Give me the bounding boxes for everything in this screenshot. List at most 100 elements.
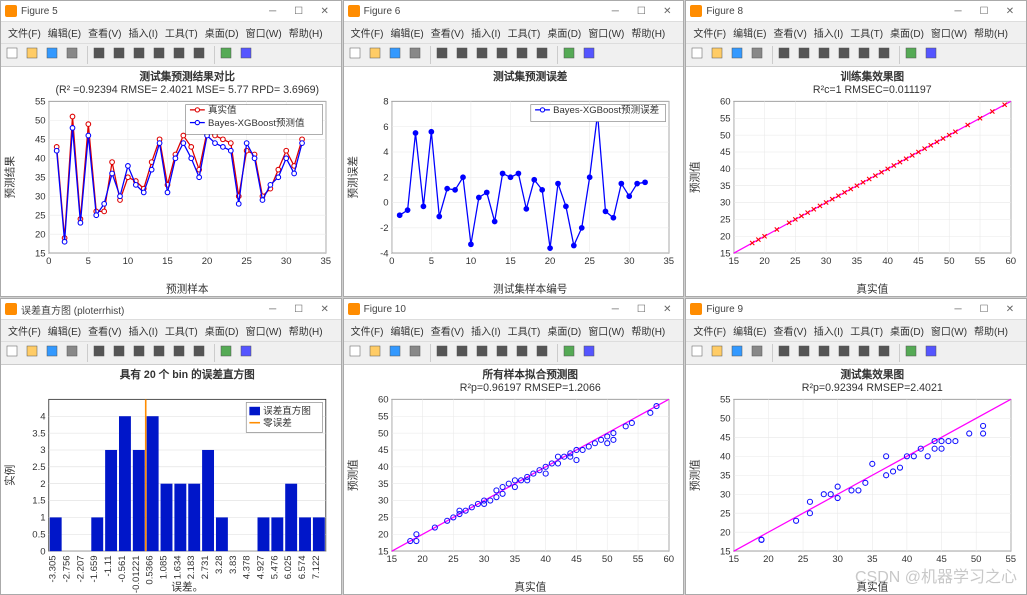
menu-item[interactable]: 查看(V) [770,24,809,41]
minimize-button[interactable]: ─ [261,302,285,316]
menu-item[interactable]: 文件(F) [348,24,387,41]
zoom-out-button[interactable] [112,344,130,362]
open-button[interactable] [368,46,386,64]
menu-item[interactable]: 编辑(E) [387,24,426,41]
menu-item[interactable]: 窗口(W) [243,24,285,41]
data-cursor-button[interactable] [857,46,875,64]
zoom-in-button[interactable] [777,46,795,64]
menu-item[interactable]: 工具(T) [847,322,886,339]
print-button[interactable] [750,46,768,64]
zoom-out-button[interactable] [797,46,815,64]
zoom-in-button[interactable] [435,344,453,362]
rotate-button[interactable] [837,344,855,362]
data-cursor-button[interactable] [172,344,190,362]
pan-button[interactable] [817,344,835,362]
pan-button[interactable] [475,46,493,64]
close-button[interactable]: ✕ [313,302,337,316]
menu-item[interactable]: 窗口(W) [243,322,285,339]
menu-item[interactable]: 文件(F) [690,322,729,339]
print-button[interactable] [408,344,426,362]
menu-item[interactable]: 桌面(D) [544,24,584,41]
new-button[interactable] [690,46,708,64]
menu-item[interactable]: 编辑(E) [45,24,84,41]
save-button[interactable] [730,344,748,362]
close-button[interactable]: ✕ [998,302,1022,316]
menu-item[interactable]: 插入(I) [468,322,503,339]
menu-item[interactable]: 文件(F) [5,322,44,339]
pan-button[interactable] [132,46,150,64]
new-button[interactable] [348,344,366,362]
minimize-button[interactable]: ─ [946,302,970,316]
menu-item[interactable]: 查看(V) [85,322,124,339]
pan-button[interactable] [132,344,150,362]
save-button[interactable] [730,46,748,64]
menu-item[interactable]: 帮助(H) [628,322,668,339]
menu-item[interactable]: 窗口(W) [585,24,627,41]
axes-button[interactable] [924,46,942,64]
minimize-button[interactable]: ─ [603,4,627,18]
open-button[interactable] [710,344,728,362]
insert-button[interactable] [562,46,580,64]
menu-item[interactable]: 工具(T) [847,24,886,41]
open-button[interactable] [25,344,43,362]
menu-item[interactable]: 编辑(E) [730,24,769,41]
close-button[interactable]: ✕ [998,4,1022,18]
menu-item[interactable]: 窗口(W) [928,24,970,41]
zoom-in-button[interactable] [92,46,110,64]
zoom-out-button[interactable] [112,46,130,64]
pan-button[interactable] [817,46,835,64]
axes-button[interactable] [924,344,942,362]
menu-item[interactable]: 编辑(E) [387,322,426,339]
zoom-in-button[interactable] [92,344,110,362]
menu-item[interactable]: 查看(V) [428,24,467,41]
save-button[interactable] [388,344,406,362]
minimize-button[interactable]: ─ [261,4,285,18]
print-button[interactable] [65,344,83,362]
menu-item[interactable]: 桌面(D) [887,322,927,339]
print-button[interactable] [750,344,768,362]
minimize-button[interactable]: ─ [946,4,970,18]
brush-button[interactable] [192,344,210,362]
menu-item[interactable]: 编辑(E) [730,322,769,339]
zoom-out-button[interactable] [455,344,473,362]
menu-item[interactable]: 查看(V) [770,322,809,339]
axes-button[interactable] [239,344,257,362]
close-button[interactable]: ✕ [655,4,679,18]
brush-button[interactable] [877,46,895,64]
print-button[interactable] [65,46,83,64]
menu-item[interactable]: 插入(I) [125,322,160,339]
insert-button[interactable] [904,46,922,64]
axes-button[interactable] [582,46,600,64]
open-button[interactable] [710,46,728,64]
data-cursor-button[interactable] [857,344,875,362]
new-button[interactable] [690,344,708,362]
maximize-button[interactable]: ☐ [287,4,311,18]
menu-item[interactable]: 帮助(H) [971,322,1011,339]
data-cursor-button[interactable] [172,46,190,64]
brush-button[interactable] [535,46,553,64]
open-button[interactable] [25,46,43,64]
axes-button[interactable] [582,344,600,362]
menu-item[interactable]: 工具(T) [162,322,201,339]
menu-item[interactable]: 查看(V) [85,24,124,41]
menu-item[interactable]: 工具(T) [505,322,544,339]
menu-item[interactable]: 编辑(E) [45,322,84,339]
menu-item[interactable]: 插入(I) [811,24,846,41]
menu-item[interactable]: 帮助(H) [286,24,326,41]
maximize-button[interactable]: ☐ [287,302,311,316]
menu-item[interactable]: 插入(I) [811,322,846,339]
pan-button[interactable] [475,344,493,362]
menu-item[interactable]: 文件(F) [348,322,387,339]
insert-button[interactable] [219,344,237,362]
insert-button[interactable] [219,46,237,64]
save-button[interactable] [45,344,63,362]
zoom-in-button[interactable] [777,344,795,362]
menu-item[interactable]: 窗口(W) [585,322,627,339]
menu-item[interactable]: 文件(F) [5,24,44,41]
insert-button[interactable] [562,344,580,362]
data-cursor-button[interactable] [515,344,533,362]
print-button[interactable] [408,46,426,64]
maximize-button[interactable]: ☐ [972,4,996,18]
menu-item[interactable]: 窗口(W) [928,322,970,339]
menu-item[interactable]: 帮助(H) [286,322,326,339]
